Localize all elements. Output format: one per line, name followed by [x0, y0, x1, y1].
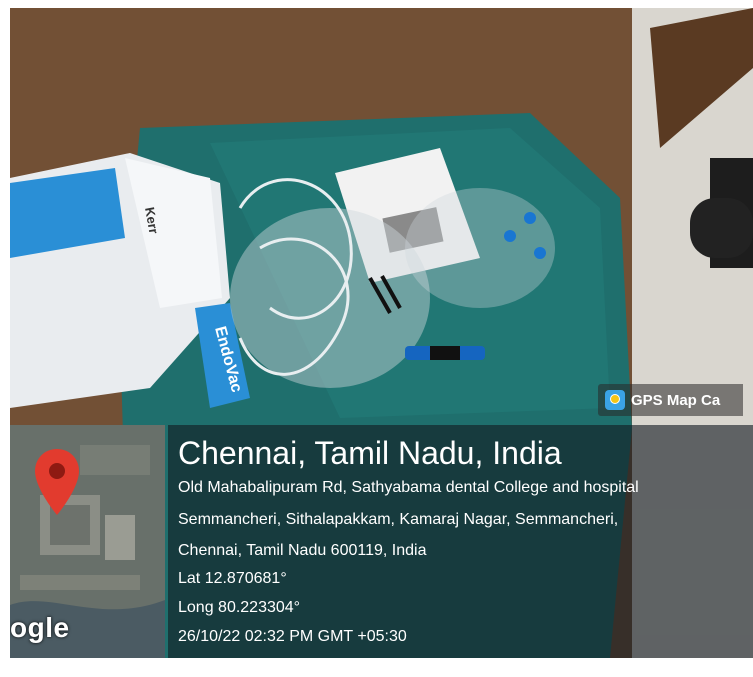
map-logo: ogle	[10, 612, 70, 643]
location-info-panel: Chennai, Tamil Nadu, India Old Mahabalip…	[168, 425, 753, 658]
gps-map-camera-icon	[605, 390, 625, 410]
photo-frame: Kerr EndoVac ogle GPS Map Ca Chennai, Ta…	[0, 0, 753, 677]
address-line-1: Old Mahabalipuram Rd, Sathyabama dental …	[178, 479, 639, 496]
longitude: Long 80.223304°	[178, 599, 301, 616]
address-line-3: Chennai, Tamil Nadu 600119, India	[178, 542, 427, 559]
address-line-2: Semmancheri, Sithalapakkam, Kamaraj Naga…	[178, 511, 619, 528]
latitude: Lat 12.870681°	[178, 570, 287, 587]
map-thumbnail: ogle	[10, 425, 165, 658]
gps-map-camera-watermark: GPS Map Ca	[598, 384, 743, 416]
timestamp: 26/10/22 02:32 PM GMT +05:30	[178, 628, 407, 645]
map-pin-icon	[35, 449, 79, 515]
app-name: GPS Map Ca	[631, 391, 721, 409]
plastic-bag	[230, 208, 430, 388]
city-title: Chennai, Tamil Nadu, India	[178, 435, 562, 471]
